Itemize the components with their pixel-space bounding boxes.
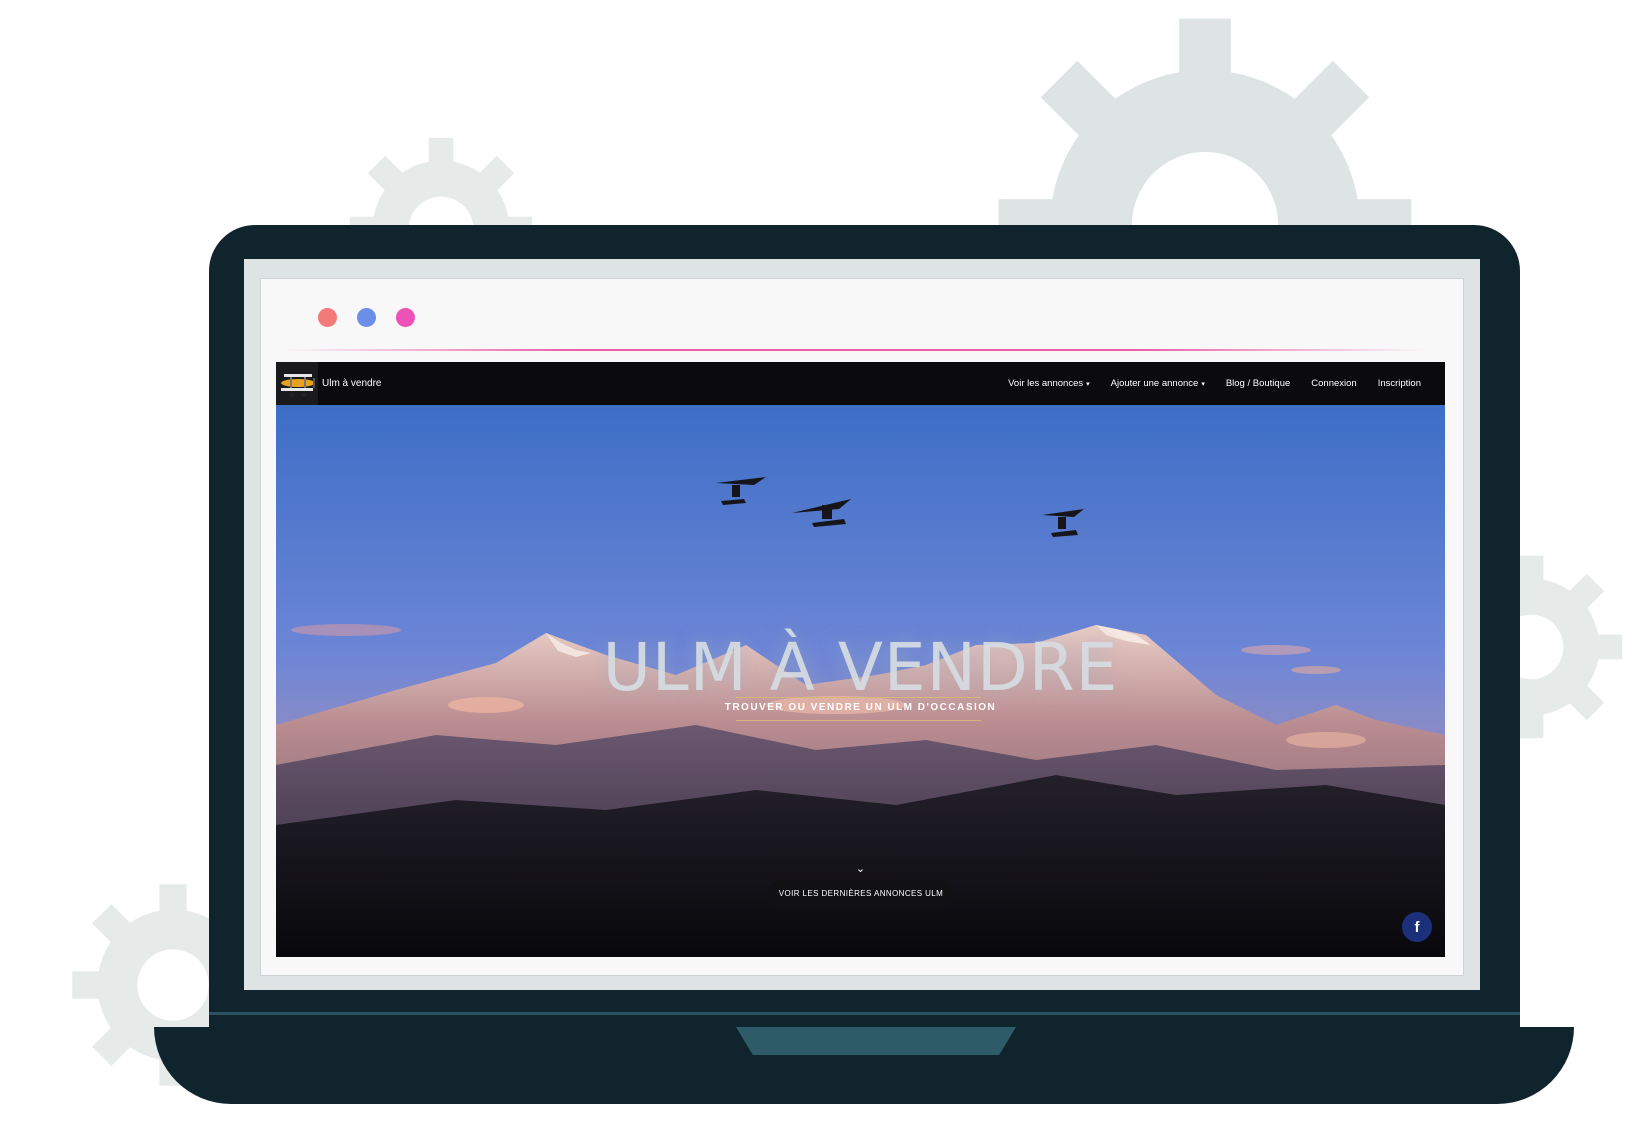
nav-item-label: Connexion [1311, 378, 1357, 389]
nav-item-connexion[interactable]: Connexion [1311, 378, 1356, 389]
chevron-down-icon[interactable]: ⌄ [276, 862, 1445, 875]
browser-divider [285, 349, 1425, 351]
nav-item-label: Blog / Boutique [1225, 378, 1291, 389]
window-dot-minimize[interactable] [357, 308, 376, 327]
window-dot-close[interactable] [318, 308, 337, 327]
nav-menu: Voir les annonces ▾ Ajouter une annonce … [1008, 362, 1421, 405]
caret-down-icon: ▾ [1086, 380, 1090, 388]
window-dot-maximize[interactable] [396, 308, 415, 327]
nav-item-blog-boutique[interactable]: Blog / Boutique [1226, 378, 1290, 389]
facebook-button[interactable]: f [1402, 912, 1432, 942]
brand-name: Ulm à vendre [322, 378, 382, 389]
nav-item-voir-les-annonces[interactable]: Voir les annonces ▾ [1008, 378, 1090, 389]
nav-item-inscription[interactable]: Inscription [1378, 378, 1421, 389]
website-viewport: Ulm à vendre Voir les annonces ▾ Ajouter… [276, 362, 1445, 957]
hero-subtitle: TROUVER OU VENDRE UN ULM D'OCCASION [724, 702, 997, 713]
laptop-notch [736, 1027, 1016, 1055]
nav-item-label: Voir les annonces [1008, 378, 1084, 389]
nav-item-label: Inscription [1377, 378, 1421, 389]
site-navbar: Ulm à vendre Voir les annonces ▾ Ajouter… [276, 362, 1445, 405]
brand-link[interactable]: Ulm à vendre [276, 362, 381, 405]
nav-item-label: Ajouter une annonce [1110, 378, 1199, 389]
hero-divider-top [736, 697, 981, 698]
hero-section: ULM À VENDRE TROUVER OU VENDRE UN ULM D'… [276, 405, 1445, 957]
facebook-icon: f [1414, 918, 1420, 936]
hero-divider-bottom [736, 720, 981, 721]
caret-down-icon: ▾ [1201, 380, 1205, 388]
biplane-logo-icon [276, 362, 318, 405]
latest-listings-button[interactable]: VOIR LES DERNIÈRES ANNONCES ULM [768, 880, 954, 907]
laptop-hinge [209, 1012, 1520, 1015]
hero-title: ULM À VENDRE [602, 629, 1119, 706]
nav-item-ajouter-une-annonce[interactable]: Ajouter une annonce ▾ [1111, 378, 1205, 389]
